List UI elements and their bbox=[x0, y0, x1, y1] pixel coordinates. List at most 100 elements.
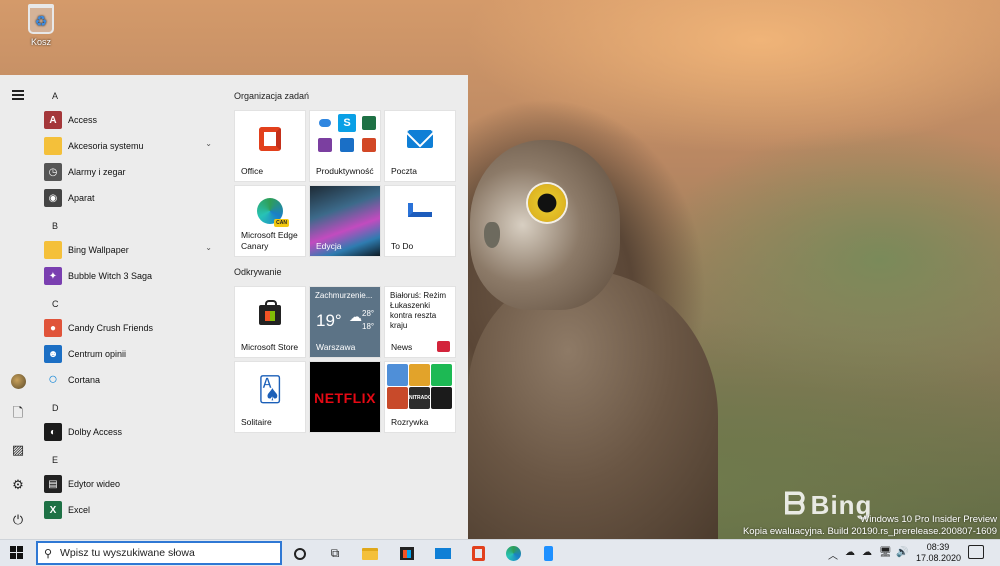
clock-icon: ◷ bbox=[44, 163, 62, 181]
task-view-button[interactable]: ⧉ bbox=[325, 544, 345, 563]
cloud-icon: ☁ bbox=[349, 309, 362, 324]
store-bag-icon bbox=[400, 547, 414, 560]
tile-mail[interactable]: Poczta bbox=[384, 110, 456, 182]
app-label: Alarmy i zegar bbox=[68, 167, 126, 177]
cortana-button[interactable] bbox=[290, 544, 310, 563]
taskbar-your-phone[interactable] bbox=[538, 544, 558, 563]
tile-microsoft-store[interactable]: Microsoft Store bbox=[234, 286, 306, 358]
app-aparat[interactable]: ◉ Aparat bbox=[44, 187, 220, 209]
cortana-icon: ○ bbox=[48, 371, 58, 388]
app-centrum-opinii[interactable]: ☻ Centrum opinii bbox=[44, 343, 220, 365]
office-icon bbox=[471, 546, 485, 561]
skype-icon: S bbox=[338, 114, 356, 132]
tile-games[interactable]: NITRADO Rozrywka bbox=[384, 361, 456, 433]
wallpaper-owl-body bbox=[468, 270, 718, 539]
search-icon: ⚲ bbox=[44, 547, 53, 560]
taskbar-file-explorer[interactable] bbox=[360, 544, 380, 563]
taskbar-search[interactable]: ⚲ bbox=[36, 541, 282, 565]
tile-weather[interactable]: Zachmurzenie... 19° ☁ 28° 18° Warszawa bbox=[309, 286, 381, 358]
letter-header-e[interactable]: E bbox=[52, 455, 58, 465]
game-thumb-1 bbox=[387, 364, 408, 386]
settings-icon[interactable]: ⚙ bbox=[8, 475, 28, 495]
app-bubble-witch[interactable]: ✦ Bubble Witch 3 Saga bbox=[44, 265, 220, 287]
tile-label: Microsoft Edge Canary bbox=[241, 230, 298, 252]
pictures-icon[interactable]: ▨ bbox=[8, 440, 28, 460]
power-icon[interactable]: ⏻ bbox=[8, 510, 28, 530]
document-icon[interactable]: 🗋 bbox=[8, 405, 28, 425]
store-bag-icon bbox=[259, 300, 281, 325]
letter-header-c[interactable]: C bbox=[52, 299, 59, 309]
tile-news[interactable]: Białoruś: Reżim Łukaszenki kontra reszta… bbox=[384, 286, 456, 358]
chevron-down-icon: ⌄ bbox=[205, 243, 212, 252]
netflix-logo: NETFLIX bbox=[314, 390, 376, 406]
weather-temperature: 19° bbox=[316, 311, 342, 330]
tile-productivity[interactable]: S Produktywność bbox=[309, 110, 381, 182]
tile-label: News bbox=[391, 342, 413, 352]
tile-label: Edycja bbox=[316, 241, 342, 251]
app-label: Dolby Access bbox=[68, 427, 123, 437]
notification-center-icon[interactable] bbox=[968, 545, 984, 559]
dolby-icon: ◐ bbox=[44, 423, 62, 441]
tile-netflix[interactable]: NETFLIX bbox=[309, 361, 381, 433]
app-dolby-access[interactable]: ◐ Dolby Access bbox=[44, 421, 220, 443]
network-icon[interactable]: 🖥 bbox=[879, 547, 892, 558]
app-excel[interactable]: X Excel bbox=[44, 499, 220, 521]
app-access[interactable]: A Access bbox=[44, 109, 220, 131]
weather-high: 28° bbox=[362, 309, 375, 318]
tile-office[interactable]: Office bbox=[234, 110, 306, 182]
tile-photos[interactable]: Edycja bbox=[309, 185, 381, 257]
spotify-icon bbox=[431, 364, 452, 386]
letter-header-b[interactable]: B bbox=[52, 221, 58, 231]
tile-label: Produktywność bbox=[316, 166, 374, 176]
recycle-bin[interactable]: Kosz bbox=[22, 4, 60, 47]
recycle-bin-icon bbox=[28, 4, 54, 34]
tile-solitaire[interactable]: 🂡 Solitaire bbox=[234, 361, 306, 433]
app-label: Akcesoria systemu bbox=[68, 141, 144, 151]
mail-icon bbox=[407, 130, 433, 148]
tile-edge-canary[interactable]: Microsoft EdgeCanary bbox=[234, 185, 306, 257]
cortana-ring-icon bbox=[294, 547, 306, 560]
excel-icon: X bbox=[44, 501, 62, 519]
hamburger-icon[interactable] bbox=[8, 85, 28, 105]
tile-label: Office bbox=[241, 166, 264, 176]
search-input[interactable] bbox=[60, 547, 260, 559]
start-button[interactable] bbox=[10, 546, 24, 560]
app-candy-crush-friends[interactable]: ● Candy Crush Friends bbox=[44, 317, 220, 339]
video-editor-icon: ▤ bbox=[44, 475, 62, 493]
taskbar-mail[interactable] bbox=[433, 544, 453, 563]
nitrado-icon: NITRADO bbox=[409, 387, 432, 409]
app-bing-wallpaper[interactable]: Bing Wallpaper ⌄ bbox=[44, 239, 220, 261]
solitaire-cards-icon: 🂡 bbox=[257, 376, 283, 404]
app-cortana[interactable]: ○ Cortana bbox=[44, 369, 220, 391]
app-edytor-wideo[interactable]: ▤ Edytor wideo bbox=[44, 473, 220, 495]
app-label: Excel bbox=[68, 505, 91, 515]
app-label: Centrum opinii bbox=[68, 349, 127, 359]
excel-mini-icon bbox=[362, 116, 376, 130]
volume-icon[interactable]: 🔊 bbox=[896, 547, 908, 558]
app-alarmy-i-zegar[interactable]: ◷ Alarmy i zegar bbox=[44, 161, 220, 183]
recycle-bin-label: Kosz bbox=[30, 37, 51, 47]
taskbar-store[interactable] bbox=[397, 544, 417, 563]
clock[interactable]: 08:39 17.08.2020 bbox=[916, 542, 962, 564]
feedback-hub-icon: ☻ bbox=[44, 345, 62, 363]
avatar[interactable] bbox=[8, 371, 28, 391]
clock-date: 17.08.2020 bbox=[916, 553, 962, 563]
letter-header-d[interactable]: D bbox=[52, 403, 59, 413]
chevron-up-icon[interactable]: ︿ bbox=[828, 547, 838, 562]
start-menu: 🗋 ▨ ⚙ ⏻ A A Access Akcesoria systemu ⌄ ◷… bbox=[0, 75, 468, 539]
group-title-odkrywanie[interactable]: Odkrywanie bbox=[234, 267, 282, 277]
taskbar-office[interactable] bbox=[468, 544, 488, 563]
taskbar-edge-canary[interactable] bbox=[503, 544, 523, 563]
app-akcesoria-systemu[interactable]: Akcesoria systemu ⌄ bbox=[44, 135, 220, 157]
folder-icon bbox=[362, 547, 378, 560]
group-title-organizacja[interactable]: Organizacja zadań bbox=[234, 91, 309, 101]
outlook-icon bbox=[340, 138, 354, 152]
tile-label-line2: Canary bbox=[241, 241, 269, 251]
tile-label: Rozrywka bbox=[391, 417, 429, 427]
onedrive-icon[interactable]: ☁ bbox=[862, 547, 872, 558]
app-label: Cortana bbox=[68, 375, 101, 385]
tile-todo[interactable]: To Do bbox=[384, 185, 456, 257]
letter-header-a[interactable]: A bbox=[52, 91, 58, 101]
news-icon bbox=[437, 341, 450, 352]
weather-tray-icon[interactable]: ☁ bbox=[845, 547, 855, 558]
